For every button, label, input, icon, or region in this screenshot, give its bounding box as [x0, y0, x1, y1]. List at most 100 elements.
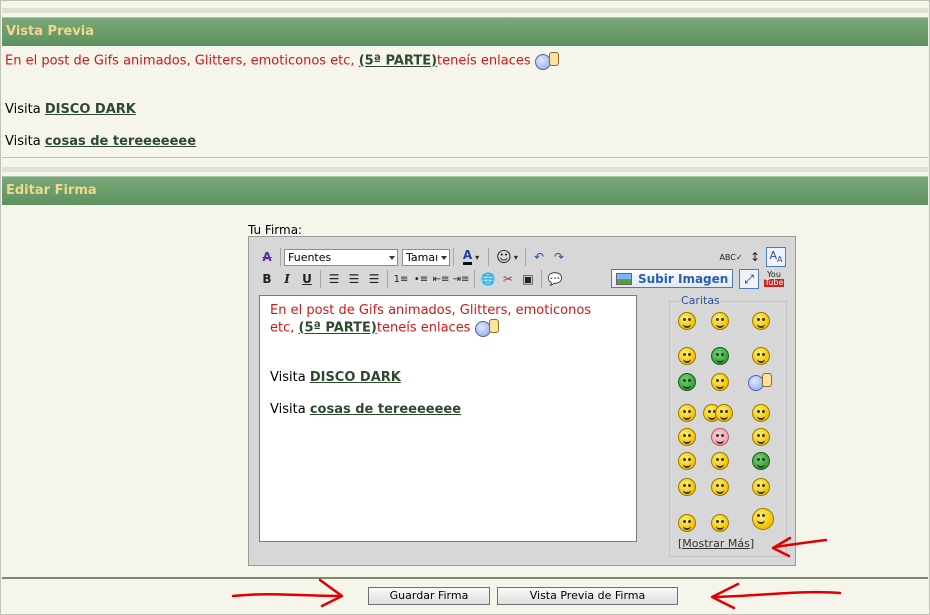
toolbar-separator: [474, 270, 475, 288]
thumbs-up-smiley-icon: [534, 52, 559, 70]
expand-editor-icon[interactable]: ⤢: [739, 269, 759, 289]
preview-divider: [2, 157, 928, 158]
preview-signature-button[interactable]: Vista Previa de Firma: [497, 587, 678, 605]
preview-line1-tail: teneís enlaces: [437, 53, 531, 69]
hat-emoticon-icon[interactable]: [752, 404, 770, 422]
remove-format-icon[interactable]: A: [257, 247, 277, 267]
preview-line1-text: En el post de Gifs animados, Glitters, e…: [5, 53, 355, 69]
editor-line2: etc, (5ª PARTE)teneís enlaces: [270, 319, 626, 337]
blush-emoticon-icon[interactable]: [678, 428, 696, 446]
redo-icon[interactable]: ↷: [549, 247, 569, 267]
bullet-list-icon[interactable]: •≡: [411, 269, 431, 289]
rock-emoticon-icon[interactable]: [752, 508, 774, 530]
preview-header-title: Vista Previa: [6, 24, 94, 39]
cool-emoticon-icon[interactable]: [678, 404, 696, 422]
upload-image-button[interactable]: Subir Imagen: [611, 269, 733, 288]
insert-image-icon[interactable]: ▣: [518, 269, 538, 289]
angry-emoticon-icon[interactable]: [711, 478, 729, 496]
toolbar-separator: [387, 270, 388, 288]
font-color-icon[interactable]: A ▾: [457, 247, 485, 267]
pair-emoticon-icon[interactable]: [715, 404, 733, 422]
editor-line2-tail: teneís enlaces: [376, 320, 471, 336]
toolbar-separator: [488, 248, 489, 266]
tongue-emoticon-icon[interactable]: [711, 373, 729, 391]
preview-visit2-prefix: Visita: [5, 134, 41, 149]
preview-part5-link[interactable]: (5ª PARTE): [359, 54, 437, 69]
spellcheck-icon[interactable]: ABC✓: [719, 247, 742, 267]
show-more-emoticons: [Mostrar Más]: [678, 537, 755, 550]
insert-link-icon[interactable]: 🌐: [478, 269, 498, 289]
toolbar-row-2: B I U ☰ ☰ ☰ 1≡ •≡ ⇤≡ ⇥≡ 🌐 ✂ ▣ 💬: [257, 269, 565, 289]
grin-emoticon-icon[interactable]: [711, 312, 729, 330]
indent-icon[interactable]: ⇥≡: [451, 269, 471, 289]
top-divider: [2, 8, 928, 13]
preview-disco-dark-link[interactable]: DISCO DARK: [45, 102, 136, 117]
wink-emoticon-icon[interactable]: [678, 347, 696, 365]
editor-part5-link[interactable]: (5ª PARTE): [299, 321, 377, 336]
sick-emoticon-icon[interactable]: [711, 347, 729, 365]
preview-visit1-prefix: Visita: [5, 102, 41, 117]
signature-editor: A Fuentes Tamaı A ▾ ☺ ▾ ↶ ↷ ABC✓ ↕ AA B I …: [248, 236, 796, 566]
editor-line2-prefix: etc,: [270, 320, 295, 336]
signature-textarea[interactable]: En el post de Gifs animados, Glitters, e…: [259, 295, 637, 542]
align-right-icon[interactable]: ☰: [364, 269, 384, 289]
shout-emoticon-icon[interactable]: [752, 452, 770, 470]
edit-header: Editar Firma: [2, 176, 928, 205]
preview-visit1: Visita DISCO DARK: [5, 102, 136, 117]
toolbar-separator: [280, 248, 281, 266]
numbered-list-icon[interactable]: 1≡: [391, 269, 411, 289]
toggle-source-icon[interactable]: AA: [766, 247, 786, 267]
preview-panel: En el post de Gifs animados, Glitters, e…: [2, 46, 928, 156]
section-divider: [2, 167, 928, 172]
emoticons-panel: Caritas: [669, 294, 787, 557]
plain-emoticon-icon[interactable]: [678, 452, 696, 470]
preview-visit2: Visita cosas de tereeeeeee: [5, 134, 196, 149]
emoticon-menu-icon[interactable]: ☺ ▾: [492, 247, 522, 267]
toolbar-separator: [525, 248, 526, 266]
bottom-divider: [2, 577, 928, 579]
toolbar-separator: [320, 270, 321, 288]
show-more-link[interactable]: Mostrar Más: [682, 537, 750, 550]
thumbs-up-smiley-icon: [474, 319, 499, 337]
preview-cosas-link[interactable]: cosas de tereeeeeee: [45, 134, 196, 149]
cheer-emoticon-icon[interactable]: [752, 478, 770, 496]
save-signature-button[interactable]: Guardar Firma: [368, 587, 490, 605]
nerd-emoticon-icon[interactable]: [752, 428, 770, 446]
chevron-down-icon: [441, 255, 447, 260]
font-select[interactable]: Fuentes: [284, 248, 398, 266]
thumbs-up-emoticon-icon[interactable]: [748, 373, 772, 391]
happy-emoticon-icon[interactable]: [752, 347, 770, 365]
teeth-emoticon-icon[interactable]: [678, 373, 696, 391]
editor-visit1: Visita DISCO DARK: [270, 369, 626, 386]
preview-header: Vista Previa: [2, 17, 928, 46]
size-select[interactable]: Tamaı: [402, 248, 450, 266]
italic-icon[interactable]: I: [277, 269, 297, 289]
editor-line1: En el post de Gifs animados, Glitters, e…: [270, 303, 592, 318]
toolbar-row-1: A Fuentes Tamaı A ▾ ☺ ▾ ↶ ↷: [257, 247, 569, 267]
quote-icon[interactable]: 💬: [545, 269, 565, 289]
bold-icon[interactable]: B: [257, 269, 277, 289]
editor-visit1-prefix: Visita: [270, 370, 306, 385]
align-left-icon[interactable]: ☰: [324, 269, 344, 289]
toolbar-separator: [541, 270, 542, 288]
smile-emoticon-icon[interactable]: [678, 312, 696, 330]
emoticons-title: Caritas: [680, 294, 721, 307]
resize-vertical-icon[interactable]: ↕: [745, 247, 765, 267]
upload-image-label: Subir Imagen: [638, 271, 729, 286]
smirk-emoticon-icon[interactable]: [678, 514, 696, 532]
undo-icon[interactable]: ↶: [529, 247, 549, 267]
outdent-icon[interactable]: ⇤≡: [431, 269, 451, 289]
remove-link-icon[interactable]: ✂: [498, 269, 518, 289]
sad-emoticon-icon[interactable]: [711, 452, 729, 470]
edit-header-title: Editar Firma: [6, 183, 97, 198]
laugh-emoticon-icon[interactable]: [752, 312, 770, 330]
underline-icon[interactable]: U: [297, 269, 317, 289]
image-upload-icon: [616, 272, 632, 285]
youtube-icon[interactable]: You Tube: [763, 269, 785, 289]
devil-emoticon-icon[interactable]: [678, 478, 696, 496]
editor-disco-dark-link[interactable]: DISCO DARK: [310, 370, 401, 385]
pink-emoticon-icon[interactable]: [711, 428, 729, 446]
think-emoticon-icon[interactable]: [711, 514, 729, 532]
align-center-icon[interactable]: ☰: [344, 269, 364, 289]
editor-cosas-link[interactable]: cosas de tereeeeeee: [310, 402, 461, 417]
